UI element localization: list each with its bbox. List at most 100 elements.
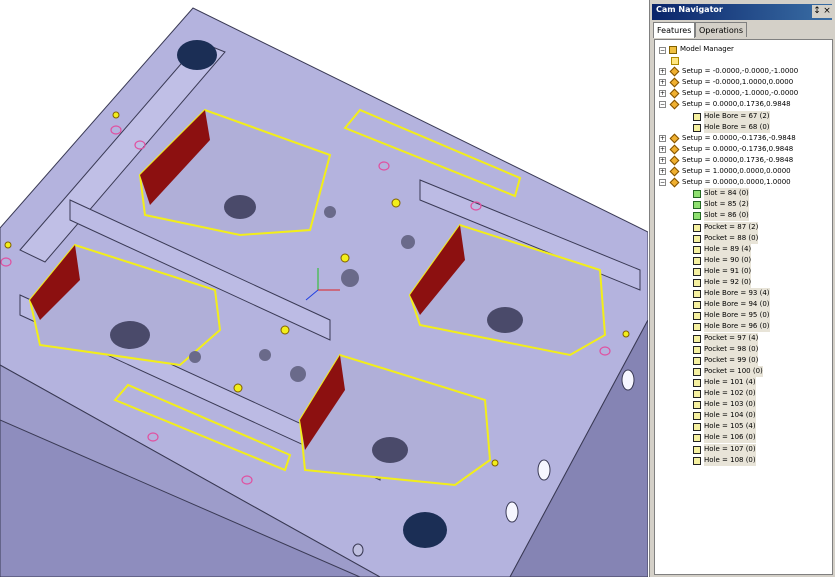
tree-item-label[interactable]: Hole Bore = 68 (0)	[704, 121, 770, 133]
tree-item-label[interactable]: Hole Bore = 67 (2)	[704, 110, 770, 122]
tree-item[interactable]: Pocket = 98 (0)	[655, 343, 830, 355]
tree-item[interactable]	[655, 55, 830, 66]
navigator-titlebar[interactable]: Cam Navigator ↕ ×	[652, 4, 832, 20]
bore-marker[interactable]	[233, 383, 243, 393]
expander-plus-icon[interactable]: +	[659, 90, 666, 98]
tree-item-label[interactable]: Setup = 0.0000,0.0000,1.0000	[682, 177, 791, 188]
tree-item[interactable]: Hole = 89 (4)	[655, 243, 830, 255]
bore-marker[interactable]	[340, 253, 350, 263]
hole[interactable]	[259, 349, 271, 361]
tree-item[interactable]: Hole = 92 (0)	[655, 277, 830, 288]
tree-item-label[interactable]: Pocket = 99 (0)	[704, 354, 759, 366]
bore-marker[interactable]	[391, 198, 401, 208]
expander-plus-icon[interactable]: +	[659, 68, 666, 76]
tree-item-label[interactable]: Hole = 102 (0)	[704, 388, 756, 399]
tree-item-label[interactable]: Hole Bore = 94 (0)	[704, 299, 770, 311]
tree-root-label[interactable]: Model Manager	[680, 44, 734, 55]
tree-item[interactable]: Hole Bore = 93 (4)	[655, 288, 830, 300]
hole[interactable]	[401, 235, 415, 249]
tree-item[interactable]: Hole = 91 (0)	[655, 265, 830, 277]
expander-plus-icon[interactable]: +	[659, 134, 666, 142]
tree-item[interactable]: Pocket = 97 (4)	[655, 332, 830, 344]
tree-item[interactable]: Hole Bore = 68 (0)	[655, 121, 830, 133]
tree-item[interactable]: + Setup = 0.0000,-0.1736,-0.9848	[655, 133, 830, 144]
bore-marker[interactable]	[491, 459, 499, 467]
tree-item[interactable]: Hole = 101 (4)	[655, 376, 830, 388]
tree-item-label[interactable]: Setup = -0.0000,-0.0000,-1.0000	[682, 66, 798, 77]
tree-item-label[interactable]: Setup = 0.0000,0.1736,0.9848	[682, 99, 791, 110]
expander-plus-icon[interactable]: +	[659, 79, 666, 87]
tree-item-label[interactable]: Hole Bore = 96 (0)	[704, 321, 770, 333]
tree-item-label[interactable]: Hole = 90 (0)	[704, 254, 752, 266]
tree-item-label[interactable]: Pocket = 88 (0)	[704, 232, 759, 244]
tree-item[interactable]: Hole = 105 (4)	[655, 421, 830, 433]
tree-item[interactable]: Hole = 106 (0)	[655, 432, 830, 444]
tree-item[interactable]: Pocket = 88 (0)	[655, 232, 830, 244]
tree-item[interactable]: Slot = 86 (0)	[655, 210, 830, 222]
tree-item[interactable]: Pocket = 87 (2)	[655, 221, 830, 233]
tree-item[interactable]: − Setup = 0.0000,0.0000,1.0000	[655, 177, 830, 188]
expander-plus-icon[interactable]: +	[659, 145, 666, 153]
tree-item-label[interactable]: Pocket = 97 (4)	[704, 332, 759, 344]
tree-item[interactable]: Hole Bore = 94 (0)	[655, 299, 830, 311]
tree-item[interactable]: Hole = 107 (0)	[655, 443, 830, 455]
close-icon[interactable]: ×	[822, 5, 832, 18]
tree-item-label[interactable]: Slot = 85 (2)	[704, 199, 749, 211]
tree-item-label[interactable]: Hole = 92 (0)	[704, 277, 752, 288]
expander-minus-icon[interactable]: −	[659, 101, 666, 109]
tree-item-label[interactable]: Slot = 86 (0)	[704, 210, 749, 222]
tree-item-label[interactable]: Setup = -0.0000,-1.0000,-0.0000	[682, 88, 798, 99]
tree-item[interactable]: + Setup = -0.0000,1.0000,0.0000	[655, 77, 830, 88]
tree-item-label[interactable]: Hole = 105 (4)	[704, 421, 756, 433]
expander-plus-icon[interactable]: +	[659, 168, 666, 175]
tree-item-label[interactable]: Slot = 84 (0)	[704, 188, 749, 200]
tree-item-label[interactable]: Setup = 0.0000,0.1736,-0.9848	[682, 155, 793, 166]
tree-item-label[interactable]: Hole = 106 (0)	[704, 432, 756, 444]
tree-item[interactable]: Hole Bore = 67 (2)	[655, 110, 830, 122]
tree-item-label[interactable]: Setup = 0.0000,-0.1736,0.9848	[682, 144, 793, 155]
hole[interactable]	[341, 269, 359, 287]
tree-item-label[interactable]: Hole = 89 (4)	[704, 243, 752, 255]
tree-item[interactable]: Hole = 102 (0)	[655, 388, 830, 399]
tree-item-label[interactable]: Pocket = 87 (2)	[704, 221, 759, 233]
part-model[interactable]	[0, 0, 648, 577]
tree-item-label[interactable]: Hole Bore = 93 (4)	[704, 288, 770, 300]
tree-item[interactable]: − Setup = 0.0000,0.1736,0.9848	[655, 99, 830, 110]
hole[interactable]	[290, 366, 306, 382]
tree-item[interactable]: Hole = 103 (0)	[655, 399, 830, 411]
tree-item[interactable]: Pocket = 99 (0)	[655, 354, 830, 366]
bore-marker[interactable]	[4, 241, 12, 249]
pin-icon[interactable]: ↕	[812, 5, 822, 18]
tree-item[interactable]: + Setup = 0.0000,0.1736,-0.9848	[655, 155, 830, 166]
tree-item-label[interactable]: Hole = 107 (0)	[704, 443, 756, 455]
tree-item-label[interactable]: Setup = 0.0000,-0.1736,-0.9848	[682, 133, 796, 144]
expander-minus-icon[interactable]: −	[659, 47, 666, 54]
tree-item[interactable]: Pocket = 100 (0)	[655, 365, 830, 377]
tree-item-label[interactable]: Hole = 91 (0)	[704, 265, 752, 277]
tree-item-label[interactable]: Hole = 103 (0)	[704, 399, 756, 411]
tree-item[interactable]: + Setup = 1.0000,0.0000,0.0000	[655, 166, 830, 177]
tree-item[interactable]: Slot = 85 (2)	[655, 199, 830, 211]
tree-item[interactable]: Slot = 84 (0)	[655, 188, 830, 200]
tree-item-label[interactable]: Hole Bore = 95 (0)	[704, 310, 770, 322]
tree-item[interactable]: Hole = 104 (0)	[655, 410, 830, 422]
tree-item-label[interactable]: Setup = -0.0000,1.0000,0.0000	[682, 77, 793, 88]
tree-item[interactable]: + Setup = 0.0000,-0.1736,0.9848	[655, 144, 830, 155]
bore-marker[interactable]	[280, 325, 290, 335]
bore-marker[interactable]	[112, 111, 120, 119]
tree-item-label[interactable]: Pocket = 98 (0)	[704, 343, 759, 355]
tab-operations[interactable]: Operations	[695, 22, 747, 37]
hole[interactable]	[189, 351, 201, 363]
feature-tree[interactable]: − Model Manager + Setup = -0.0000,-0.0000…	[654, 39, 833, 575]
tree-item[interactable]: + Setup = -0.0000,-1.0000,-0.0000	[655, 88, 830, 99]
tree-item[interactable]: Hole Bore = 95 (0)	[655, 310, 830, 322]
tree-item-label[interactable]: Setup = 1.0000,0.0000,0.0000	[682, 166, 791, 177]
tree-item-label[interactable]: Hole = 108 (0)	[704, 454, 756, 466]
hole[interactable]	[324, 206, 336, 218]
tab-features[interactable]: Features	[653, 22, 696, 38]
tree-item-label[interactable]: Pocket = 100 (0)	[704, 365, 763, 377]
tree-item[interactable]: + Setup = -0.0000,-0.0000,-1.0000	[655, 66, 830, 77]
tree-item[interactable]: Hole Bore = 96 (0)	[655, 321, 830, 333]
tree-item-label[interactable]: Hole = 104 (0)	[704, 410, 756, 422]
tree-item[interactable]: Hole = 90 (0)	[655, 254, 830, 266]
